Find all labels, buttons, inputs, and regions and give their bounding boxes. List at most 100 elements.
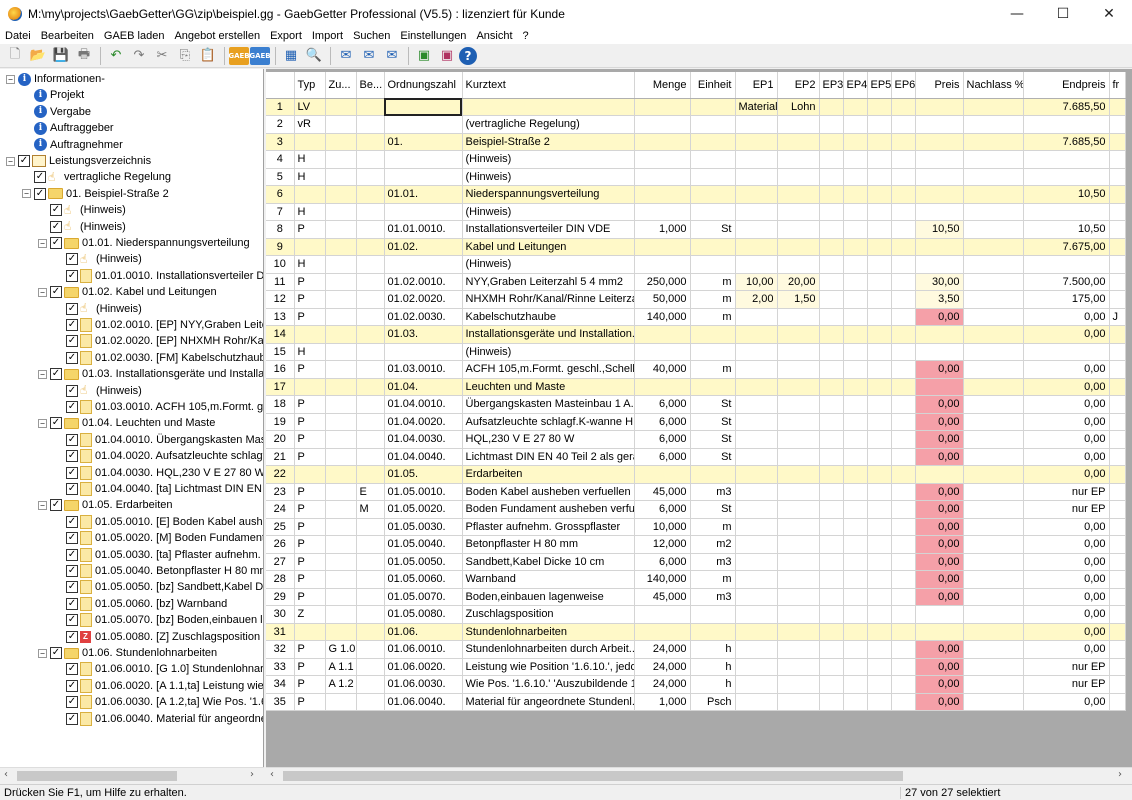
grid-cell[interactable]: m3 (690, 588, 736, 606)
grid-cell[interactable] (356, 693, 385, 711)
grid-cell[interactable]: 0,00 (915, 360, 964, 379)
tree-checkbox[interactable]: ✓ (50, 499, 62, 512)
grid-cell[interactable]: 0,00 (1023, 518, 1110, 536)
row-number[interactable]: 35 (266, 693, 295, 711)
grid-cell[interactable] (867, 518, 892, 536)
grid-cell[interactable]: 24,000 (634, 640, 691, 659)
tree-item[interactable]: ✓ 01.04.0020. Aufsatzleuchte schlagf.K (54, 448, 263, 464)
grid-cell[interactable] (325, 500, 357, 519)
grid-cell[interactable]: Material (735, 98, 778, 116)
grid-cell[interactable]: 6,000 (634, 413, 691, 431)
grid-cell[interactable] (963, 308, 1024, 326)
tree-checkbox[interactable]: ✓ (66, 302, 78, 315)
grid-cell[interactable] (735, 150, 778, 169)
row-number[interactable]: 17 (266, 378, 295, 396)
grid-cell[interactable] (891, 185, 916, 204)
grid-cell[interactable] (690, 185, 736, 204)
grid-cell[interactable] (1109, 500, 1126, 519)
grid-cell[interactable] (735, 693, 778, 711)
grid-cell[interactable] (356, 98, 385, 116)
grid-cell[interactable] (735, 413, 778, 431)
grid-cell[interactable] (891, 570, 916, 589)
row-number[interactable]: 22 (266, 465, 295, 484)
grid-cell[interactable] (819, 150, 844, 169)
grid-cell[interactable] (325, 623, 357, 641)
tree-item[interactable]: ✓ 01.04.0010. Übergangskasten Mastbau (54, 432, 263, 448)
grid-cell[interactable] (963, 343, 1024, 361)
tree-item[interactable]: ✓ 01.06.0020. [A 1.1,ta] Leistung wie P (54, 678, 263, 694)
grid-cell[interactable] (634, 343, 691, 361)
table-row[interactable]: 7 H (Hinweis) (266, 203, 1126, 221)
row-number[interactable]: 3 (266, 133, 295, 151)
grid-cell[interactable] (356, 290, 385, 309)
grid-cell[interactable] (891, 325, 916, 344)
grid-cell[interactable] (1109, 553, 1126, 571)
grid-cell[interactable] (735, 378, 778, 396)
grid-cell[interactable] (384, 115, 463, 134)
grid-cell[interactable]: H (294, 203, 326, 221)
collapse-toggle-icon[interactable]: − (6, 156, 15, 166)
grid-cell[interactable] (843, 290, 868, 309)
grid-cell[interactable]: m (690, 290, 736, 309)
grid-cell[interactable]: 0,00 (915, 413, 964, 431)
grid-cell[interactable] (384, 168, 463, 186)
grid-cell[interactable]: Boden Fundament ausheben verfu... (462, 500, 635, 519)
tree-item[interactable]: ✓ 01.05.0030. [ta] Pflaster aufnehm. Gr (54, 547, 263, 563)
row-number[interactable]: 2 (266, 115, 295, 134)
collapse-toggle-icon[interactable]: − (38, 369, 47, 379)
grid-cell[interactable] (867, 360, 892, 379)
tree-checkbox[interactable]: ✓ (50, 417, 62, 430)
tree-checkbox[interactable]: ✓ (66, 696, 78, 709)
grid-cell[interactable] (690, 203, 736, 221)
tree-item[interactable]: ✓ ☝ vertragliche Regelung (22, 169, 171, 185)
grid-cell[interactable] (891, 343, 916, 361)
grid-cell[interactable]: Psch (690, 693, 736, 711)
grid-cell[interactable]: 01.05.0070. (384, 588, 463, 606)
grid-cell[interactable] (867, 203, 892, 221)
table-row[interactable]: 32 P G 1.0 01.06.0010. Stundenlohnarbeiten d… (266, 640, 1126, 659)
grid-cell[interactable] (735, 238, 778, 256)
grid-cell[interactable] (867, 500, 892, 519)
row-number[interactable]: 34 (266, 675, 295, 694)
tree-item[interactable]: ✓ 01.04.0040. [ta] Lichtmast DIN EN 40 (54, 481, 263, 497)
grid-cell[interactable] (356, 115, 385, 134)
grid-cell[interactable] (867, 623, 892, 641)
grid-cell[interactable] (891, 115, 916, 134)
grid-cell[interactable] (777, 115, 820, 134)
grid-cell[interactable] (819, 395, 844, 414)
grid-cell[interactable] (843, 483, 868, 501)
tree-checkbox[interactable]: ✓ (18, 155, 30, 167)
grid-cell[interactable]: 0,00 (915, 570, 964, 589)
grid-cell[interactable] (963, 395, 1024, 414)
grid-cell[interactable] (777, 343, 820, 361)
grid-cell[interactable]: Installationsverteiler DIN VDE (462, 220, 635, 239)
grid-cell[interactable]: 01.03.0010. (384, 360, 463, 379)
grid-cell[interactable] (819, 658, 844, 676)
grid-cell[interactable]: 01.05.0010. (384, 483, 463, 501)
grid-cell[interactable] (735, 360, 778, 379)
grid-cell[interactable] (777, 483, 820, 501)
grid-cell[interactable] (356, 203, 385, 221)
grid-cell[interactable] (843, 518, 868, 536)
grid-cell[interactable] (1023, 255, 1110, 274)
tree-checkbox[interactable]: ✓ (66, 351, 78, 364)
grid-cell[interactable]: P (294, 535, 326, 554)
tree-item[interactable]: ✓ 01.05.0010. [E] Boden Kabel ausheben (54, 514, 263, 530)
grid-cell[interactable] (843, 500, 868, 519)
tree-checkbox[interactable]: ✓ (66, 450, 78, 463)
grid-cell[interactable]: P (294, 448, 326, 466)
row-number[interactable]: 26 (266, 535, 295, 554)
grid-cell[interactable] (891, 378, 916, 396)
row-number[interactable]: 16 (266, 360, 295, 379)
collapse-toggle-icon[interactable]: − (6, 74, 15, 84)
grid-cell[interactable]: 01.02.0030. (384, 308, 463, 326)
tree-item[interactable]: − ✓ 01.04. Leuchten und Maste (38, 415, 215, 431)
grid-cell[interactable]: P (294, 290, 326, 309)
grid-cell[interactable] (777, 500, 820, 519)
grid-cell[interactable] (325, 115, 357, 134)
tree-checkbox[interactable]: ✓ (66, 548, 78, 561)
grid-cell[interactable] (356, 588, 385, 606)
table-row[interactable]: 9 01.02. Kabel und Leitungen 7.675,00 (266, 238, 1126, 256)
gaeb-import-icon[interactable]: GAEB (228, 46, 250, 65)
tree-checkbox[interactable]: ✓ (66, 319, 78, 331)
